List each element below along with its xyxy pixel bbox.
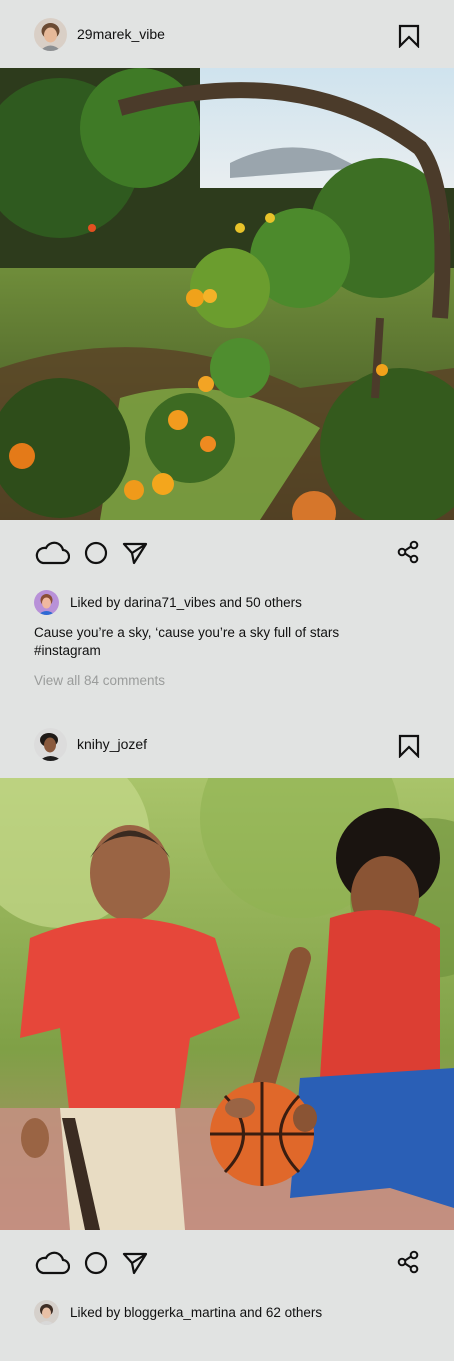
post: 29marek_vibe Liked by darina71_vibes and…	[0, 0, 454, 688]
cloud-icon[interactable]	[34, 1250, 70, 1276]
likes-text[interactable]: Liked by bloggerka_martina and 62 others	[70, 1305, 322, 1320]
liker-avatar[interactable]	[34, 1299, 59, 1325]
user-avatar[interactable]	[34, 727, 67, 761]
view-comments-link[interactable]: View all 84 comments	[0, 660, 454, 688]
feed: 29marek_vibe Liked by darina71_vibes and…	[0, 0, 454, 1361]
cloud-icon[interactable]	[34, 540, 70, 566]
bookmark-icon[interactable]	[398, 734, 420, 759]
post-header: knihy_jozef	[0, 710, 454, 778]
user-avatar[interactable]	[34, 17, 67, 51]
share-icon[interactable]	[396, 1250, 420, 1279]
post-username[interactable]: knihy_jozef	[77, 736, 147, 752]
post-image[interactable]	[0, 778, 454, 1230]
bookmark-icon[interactable]	[398, 24, 420, 49]
send-icon[interactable]	[122, 541, 148, 565]
circle-icon[interactable]	[84, 1251, 108, 1275]
post-username[interactable]: 29marek_vibe	[77, 26, 165, 42]
circle-icon[interactable]	[84, 541, 108, 565]
post-image[interactable]	[0, 68, 454, 520]
share-icon[interactable]	[396, 540, 420, 569]
likes-row: Liked by bloggerka_martina and 62 others	[0, 1296, 454, 1328]
likes-row: Liked by darina71_vibes and 50 others	[0, 586, 454, 618]
post-caption: Cause you’re a sky, ‘cause you’re a sky …	[0, 618, 454, 660]
liker-avatar[interactable]	[34, 589, 59, 615]
post-actions	[0, 520, 454, 586]
post: knihy_jozef Liked by bloggerka_martina a…	[0, 710, 454, 1328]
post-actions	[0, 1230, 454, 1296]
post-header: 29marek_vibe	[0, 0, 454, 68]
caption-text: Cause you’re a sky, ‘cause you’re a sky …	[34, 625, 340, 640]
send-icon[interactable]	[122, 1251, 148, 1275]
caption-hashtag[interactable]: #instagram	[34, 642, 420, 660]
likes-text[interactable]: Liked by darina71_vibes and 50 others	[70, 595, 302, 610]
